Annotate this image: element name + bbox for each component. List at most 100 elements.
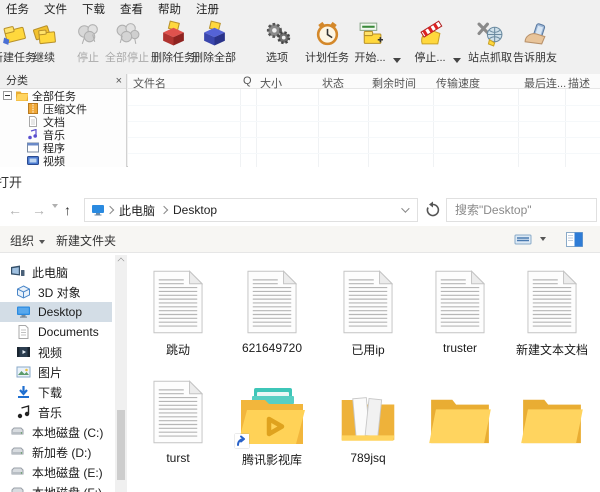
collapse-icon[interactable] (3, 91, 12, 100)
folder-with-papers-icon (339, 392, 397, 446)
stop-hand-icon (419, 20, 442, 45)
menu-view[interactable]: 查看 (117, 0, 146, 18)
breadcrumb-this-pc[interactable]: 此电脑 (115, 202, 159, 219)
download-arrow-icon (18, 386, 29, 398)
refresh-icon[interactable] (424, 201, 442, 219)
stop-dropdown-arrow-icon[interactable] (453, 58, 461, 63)
breadcrumb-chevron-icon (159, 205, 169, 215)
drive-icon (11, 427, 24, 435)
column-speed[interactable]: 传输速度 (436, 75, 480, 91)
file-item[interactable]: 621649720 (227, 262, 317, 355)
sidebar-scrollbar[interactable] (115, 255, 127, 492)
start-icon (359, 22, 383, 44)
drive-icon (11, 467, 24, 475)
new-folder-button[interactable]: 新建文件夹 (56, 232, 116, 249)
view-mode-icon[interactable] (514, 232, 532, 247)
file-item[interactable]: 腾讯影视库 (227, 372, 317, 468)
menu-register[interactable]: 注册 (193, 0, 222, 18)
address-dropdown-icon[interactable] (401, 204, 410, 213)
folder-open-icon (16, 91, 28, 101)
breadcrumb-desktop[interactable]: Desktop (169, 203, 221, 217)
tell-friend-icon (524, 23, 546, 45)
file-item[interactable] (133, 478, 223, 492)
search-input[interactable]: 搜索"Desktop" (446, 198, 597, 222)
scrollbar-up-arrow-icon[interactable] (117, 257, 125, 265)
close-panel-icon[interactable]: × (116, 74, 122, 89)
menubar: 任务 文件 下载 查看 帮助 注册 (0, 0, 600, 18)
sidebar-item-disk-c[interactable]: 本地磁盘 (C:) (0, 422, 112, 442)
schedule-icon (316, 21, 338, 46)
site-explorer-icon (477, 22, 502, 47)
column-time-left[interactable]: 剩余时间 (372, 75, 416, 91)
file-item[interactable] (415, 372, 505, 451)
file-item[interactable]: 已用ip (323, 262, 413, 358)
file-item[interactable]: 789jsq (323, 372, 413, 465)
stop-all-icon (116, 23, 139, 44)
address-bar[interactable]: 此电脑 Desktop (84, 198, 418, 222)
open-dialog-title: 打开 (0, 175, 23, 190)
column-q[interactable]: Q (243, 75, 252, 87)
cube-icon (17, 285, 30, 299)
sidebar-item-videos[interactable]: 视频 (0, 342, 112, 362)
text-file-icon (247, 270, 297, 334)
column-size[interactable]: 大小 (260, 75, 282, 91)
scrollbar-thumb[interactable] (117, 410, 125, 480)
file-item[interactable]: turst (133, 372, 223, 465)
sidebar-item-disk-f[interactable]: 本地磁盘 (F:) (0, 482, 112, 492)
column-description[interactable]: 描述 (568, 75, 590, 91)
screen: 任务 文件 下载 查看 帮助 注册 新建任务 继续 停止 全部停止 (0, 0, 600, 492)
preview-pane-icon[interactable] (566, 232, 583, 247)
explorer-sidebar: 此电脑 3D 对象 Desktop Documents 视频 图片 下载 音乐 (0, 255, 114, 492)
start-dropdown-arrow-icon[interactable] (393, 58, 401, 63)
menu-help[interactable]: 帮助 (155, 0, 184, 18)
sidebar-item-disk-e[interactable]: 本地磁盘 (E:) (0, 462, 112, 482)
file-item[interactable] (227, 478, 317, 492)
column-last-conn[interactable]: 最后连... (524, 75, 566, 91)
text-file-icon (153, 380, 203, 444)
file-item[interactable] (507, 372, 597, 451)
tell-friend-button[interactable]: 告诉朋友 (503, 20, 567, 72)
sidebar-item-3d-objects[interactable]: 3D 对象 (0, 282, 112, 302)
text-file-icon (435, 270, 485, 334)
up-arrow-icon[interactable]: ↑ (64, 201, 71, 219)
column-status[interactable]: 状态 (322, 75, 344, 91)
file-item[interactable]: 跳动 (133, 262, 223, 358)
sidebar-item-pictures[interactable]: 图片 (0, 362, 112, 382)
download-manager-window: 任务 文件 下载 查看 帮助 注册 新建任务 继续 停止 全部停止 (0, 0, 600, 167)
sidebar-item-documents[interactable]: Documents (0, 322, 112, 342)
organize-dropdown-icon (39, 239, 46, 244)
sidebar-item-desktop[interactable]: Desktop (0, 302, 112, 322)
folder-icon (429, 394, 491, 446)
stop-dropdown-button[interactable]: 停止... (398, 20, 462, 72)
explorer-command-bar: 组织 新建文件夹 (0, 226, 600, 253)
text-file-icon (153, 270, 203, 334)
pictures-icon (16, 366, 31, 378)
text-file-icon (527, 270, 577, 334)
view-mode-dropdown-icon[interactable] (540, 237, 546, 241)
sidebar-item-downloads[interactable]: 下载 (0, 382, 112, 402)
documents-icon (18, 325, 29, 339)
menu-task[interactable]: 任务 (3, 0, 32, 18)
menu-file[interactable]: 文件 (41, 0, 70, 18)
delete-all-button[interactable]: 删除全部 (182, 20, 246, 72)
video-icon (27, 156, 39, 165)
task-list: 文件名 Q 大小 状态 剩余时间 传输速度 最后连... 描述 (128, 74, 600, 167)
start-button[interactable]: 开始... (338, 20, 402, 72)
category-panel: 分类 × 全部任务 压缩文件 文档 音乐 程序 视频 (0, 74, 127, 167)
file-item[interactable]: 新建文本文档 (507, 262, 597, 358)
options-icon (266, 22, 290, 45)
column-filename[interactable]: 文件名 (133, 75, 166, 91)
this-pc-icon (92, 205, 104, 216)
desktop-icon (17, 306, 30, 318)
shortcut-arrow-icon (235, 434, 249, 448)
sidebar-item-disk-d[interactable]: 新加卷 (D:) (0, 442, 112, 462)
menu-download[interactable]: 下载 (79, 0, 108, 18)
file-item[interactable]: truster (415, 262, 505, 355)
recent-locations-arrow-icon (52, 204, 58, 208)
text-file-icon (343, 270, 393, 334)
sidebar-item-music[interactable]: 音乐 (0, 402, 112, 422)
organize-button[interactable]: 组织 (10, 232, 46, 249)
videos-icon (17, 347, 30, 357)
sidebar-item-this-pc[interactable]: 此电脑 (0, 262, 112, 282)
delete-all-icon (203, 20, 225, 46)
